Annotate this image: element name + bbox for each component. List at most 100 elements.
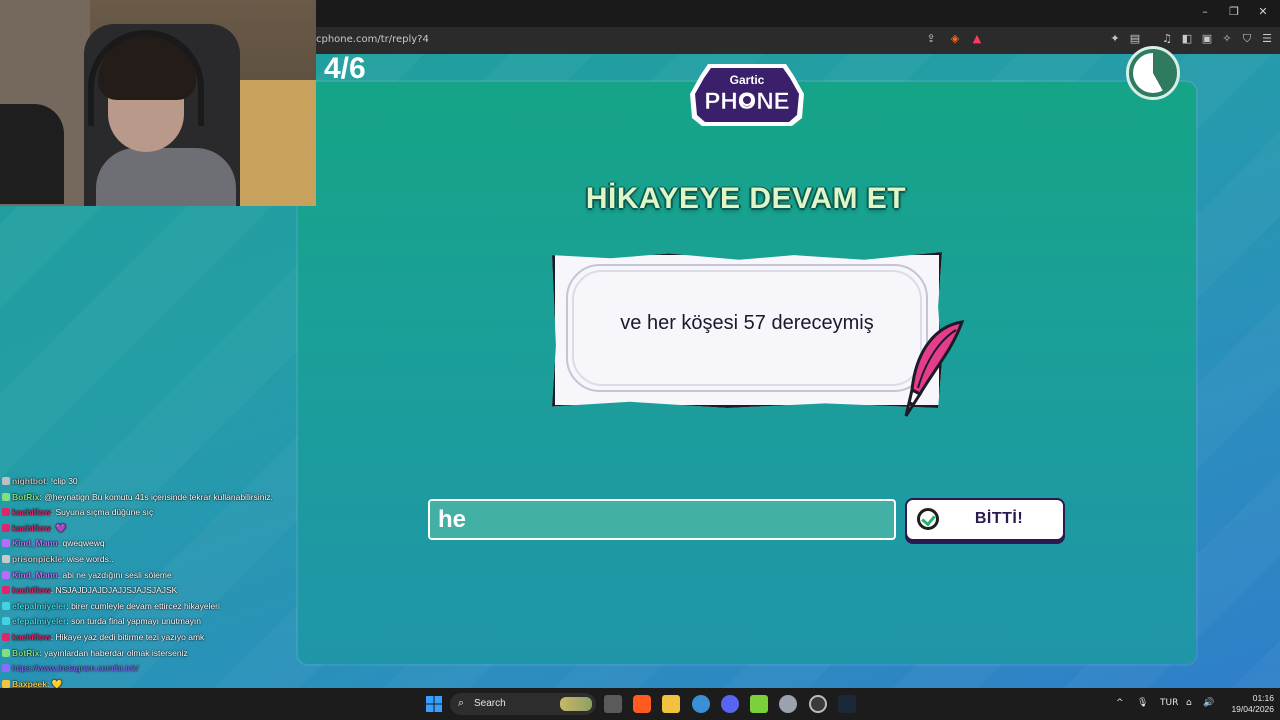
chat-text: !clip 30 xyxy=(50,476,78,486)
chat-message: prisonpickle: wise words.. xyxy=(2,552,114,566)
chat-text: Hikaye yaz dedi bitirme tezi yazıyo amk xyxy=(55,632,205,642)
minimize-button[interactable]: – xyxy=(1197,5,1213,21)
chat-username[interactable]: BotRix xyxy=(12,492,39,502)
chat-badge-icon xyxy=(2,508,10,517)
settings-gear-icon[interactable] xyxy=(779,695,797,713)
sidebar-icon[interactable]: ◧ xyxy=(1180,32,1194,46)
app-icon-green[interactable] xyxy=(750,695,768,713)
extensions-icon[interactable]: ✦ xyxy=(1108,32,1122,46)
chat-username[interactable]: efepalmiyeler xyxy=(12,601,66,611)
chat-message: kachiflow: NSJAJDJAJDJAJJSJAJSJAJSK xyxy=(2,583,177,597)
discord-icon[interactable] xyxy=(721,695,739,713)
file-explorer-icon[interactable] xyxy=(662,695,680,713)
chat-username[interactable]: prisonpickle xyxy=(12,554,62,564)
chat-text: son turda final yapmayı unutmayın xyxy=(71,616,202,627)
chat-text: abi ne yazdığını sesli söleme xyxy=(62,569,172,580)
taskbar-search[interactable]: ⌕ Search xyxy=(450,693,596,715)
vpn-icon[interactable]: ⛉ xyxy=(1240,32,1254,46)
chat-badge-icon xyxy=(2,492,10,501)
gartic-phone-logo: Gartic PHONE xyxy=(686,54,808,128)
done-button-label: BİTTİ! xyxy=(974,510,1024,527)
webcam-shirt xyxy=(96,148,236,206)
chat-message: BotRix: yayınlardan haberdar olmak ister… xyxy=(2,646,188,660)
chat-message: kachiflow: Suyuna sıçma düğüne sıç xyxy=(2,505,153,519)
microphone-icon[interactable]: 🎙 xyxy=(1137,698,1148,708)
chat-text: 💜 xyxy=(55,522,67,533)
chat-username[interactable]: BotRix xyxy=(12,648,39,658)
done-button[interactable]: BİTTİ! xyxy=(905,498,1065,541)
chat-message: Kind_Mann: qweqwewq xyxy=(2,536,105,550)
heading-text: HİKAYEYE DEVAM ET xyxy=(585,182,907,215)
chat-text: Suyuna sıçma düğüne sıç xyxy=(55,507,154,518)
story-text-field[interactable] xyxy=(430,501,894,538)
round-counter: 4/6 xyxy=(324,52,366,85)
url-text[interactable]: cphone.com/tr/reply?4 xyxy=(316,34,429,45)
chat-badge-icon xyxy=(2,586,10,595)
menu-icon[interactable]: ☰ xyxy=(1260,32,1274,46)
close-window-button[interactable]: ✕ xyxy=(1255,5,1271,21)
volume-icon[interactable]: 🔊 xyxy=(1203,698,1214,708)
story-input[interactable] xyxy=(428,499,896,540)
chat-message: kachiflow: Hikaye yaz dedi bitirme tezi … xyxy=(2,630,204,644)
check-circle-icon xyxy=(917,508,939,530)
chat-text: yayınlardan haberdar olmak isterseniz xyxy=(44,647,188,658)
microphone-arm xyxy=(0,104,64,204)
chat-message: efepalmiyeler: birer cumleyle devam etti… xyxy=(2,599,220,613)
chat-username[interactable]: Kind_Mann xyxy=(12,570,58,580)
chat-username[interactable]: kachiflow xyxy=(12,507,51,517)
reader-icon[interactable]: ▤ xyxy=(1128,32,1142,46)
chat-message: kachiflow: 💜 xyxy=(2,521,66,535)
share-icon[interactable]: ⇪ xyxy=(924,32,938,46)
prompt-card: ve her köşesi 57 dereceymiş xyxy=(552,252,942,408)
chat-badge-icon xyxy=(2,648,10,657)
taskbar: ⌕ Search ^ 🎙 TUR ⌂ 🔊 01:16 19/04/2026 xyxy=(0,688,1280,720)
chat-badge-icon xyxy=(2,617,10,626)
task-view-icon[interactable] xyxy=(604,695,622,713)
quill-icon xyxy=(896,320,968,428)
chat-username[interactable]: kachiflow xyxy=(12,523,51,533)
logo-top-text: Gartic xyxy=(730,73,765,87)
chat-badge-icon xyxy=(2,679,10,688)
leo-ai-icon[interactable]: ✧ xyxy=(1220,32,1234,46)
media-icon[interactable]: ♫ xyxy=(1160,32,1174,46)
chat-badge-icon xyxy=(2,601,10,610)
network-app-icon[interactable] xyxy=(692,695,710,713)
chat-message: nightbot: !clip 30 xyxy=(2,474,78,488)
clock-time: 01:16 xyxy=(1252,693,1274,703)
tray-overflow-icon[interactable]: ^ xyxy=(1116,698,1124,708)
chat-overlay: nightbot: !clip 30 BotRix: @heynatign Bu … xyxy=(0,474,300,720)
brave-shields-icon[interactable]: ◈ xyxy=(948,32,962,46)
webcam-overlay xyxy=(0,0,316,206)
chat-badge-icon xyxy=(2,539,10,548)
chat-badge-icon xyxy=(2,555,10,563)
chat-username[interactable]: kachiflow xyxy=(12,632,51,642)
chat-message: Kind_Mann: abi ne yazdığını sesli söleme xyxy=(2,568,172,582)
search-icon: ⌕ xyxy=(458,696,465,709)
chat-text: NSJAJDJAJDJAJJSJAJSJAJSK xyxy=(55,585,178,596)
chat-username[interactable]: Kind_Mann xyxy=(12,538,58,548)
obs-icon[interactable] xyxy=(809,695,827,713)
maximize-button[interactable]: ❐ xyxy=(1226,5,1242,21)
windows-start-icon[interactable] xyxy=(425,695,443,713)
chat-message: efepalmiyeler: son turda final yapmayı u… xyxy=(2,614,201,628)
chat-badge-icon xyxy=(2,633,10,641)
wifi-icon[interactable]: ⌂ xyxy=(1186,698,1192,708)
steam-icon[interactable] xyxy=(838,695,856,713)
clock[interactable]: 01:16 19/04/2026 xyxy=(1222,693,1274,715)
chat-badge-icon xyxy=(2,523,10,532)
chat-message: BotRix: @heynatign Bu komutu 41s içerisi… xyxy=(2,490,273,504)
rewards-icon[interactable]: ▲ xyxy=(970,32,984,46)
brave-browser-icon[interactable] xyxy=(633,695,651,713)
chat-text: @heynatign Bu komutu 41s içerisinde tekr… xyxy=(44,491,273,502)
clock-date: 19/04/2026 xyxy=(1231,704,1274,714)
chat-username[interactable]: nightbot xyxy=(12,476,46,486)
wallet-icon[interactable]: ▣ xyxy=(1200,32,1214,46)
chat-username[interactable]: kachiflow xyxy=(12,585,51,595)
chat-badge-icon xyxy=(2,477,10,485)
chat-username[interactable]: efepalmiyeler xyxy=(12,616,66,626)
language-indicator[interactable]: TUR xyxy=(1160,698,1178,708)
timer-dial xyxy=(1133,53,1173,93)
chat-badge-icon xyxy=(2,570,10,579)
chat-text: wise words.. xyxy=(66,554,114,564)
search-placeholder: Search xyxy=(474,698,506,709)
